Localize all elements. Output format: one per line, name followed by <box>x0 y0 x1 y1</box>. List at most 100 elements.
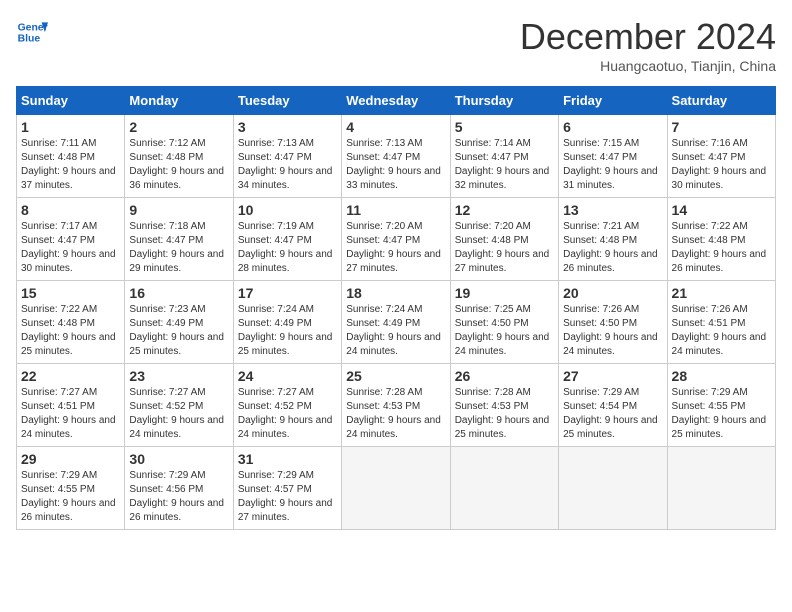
calendar-cell: 1 Sunrise: 7:11 AMSunset: 4:48 PMDayligh… <box>17 115 125 198</box>
cell-info: Sunrise: 7:28 AMSunset: 4:53 PMDaylight:… <box>455 387 550 440</box>
calendar-week-row: 15 Sunrise: 7:22 AMSunset: 4:48 PMDaylig… <box>17 281 776 364</box>
calendar-cell <box>559 447 667 530</box>
calendar-col-header: Friday <box>559 87 667 115</box>
day-number: 5 <box>455 119 554 135</box>
calendar-cell: 22 Sunrise: 7:27 AMSunset: 4:51 PMDaylig… <box>17 364 125 447</box>
calendar-cell: 15 Sunrise: 7:22 AMSunset: 4:48 PMDaylig… <box>17 281 125 364</box>
day-number: 15 <box>21 285 120 301</box>
cell-info: Sunrise: 7:19 AMSunset: 4:47 PMDaylight:… <box>238 221 333 274</box>
cell-info: Sunrise: 7:27 AMSunset: 4:52 PMDaylight:… <box>129 387 224 440</box>
calendar-cell: 23 Sunrise: 7:27 AMSunset: 4:52 PMDaylig… <box>125 364 233 447</box>
cell-info: Sunrise: 7:22 AMSunset: 4:48 PMDaylight:… <box>21 304 116 357</box>
day-number: 25 <box>346 368 445 384</box>
cell-info: Sunrise: 7:29 AMSunset: 4:54 PMDaylight:… <box>563 387 658 440</box>
calendar-col-header: Tuesday <box>233 87 341 115</box>
day-number: 23 <box>129 368 228 384</box>
day-number: 13 <box>563 202 662 218</box>
title-block: December 2024 Huangcaotuo, Tianjin, Chin… <box>520 16 776 74</box>
cell-info: Sunrise: 7:26 AMSunset: 4:50 PMDaylight:… <box>563 304 658 357</box>
day-number: 20 <box>563 285 662 301</box>
calendar-col-header: Thursday <box>450 87 558 115</box>
calendar-cell: 11 Sunrise: 7:20 AMSunset: 4:47 PMDaylig… <box>342 198 450 281</box>
calendar-cell: 9 Sunrise: 7:18 AMSunset: 4:47 PMDayligh… <box>125 198 233 281</box>
day-number: 22 <box>21 368 120 384</box>
calendar-cell: 4 Sunrise: 7:13 AMSunset: 4:47 PMDayligh… <box>342 115 450 198</box>
day-number: 19 <box>455 285 554 301</box>
location: Huangcaotuo, Tianjin, China <box>520 58 776 74</box>
calendar-cell: 10 Sunrise: 7:19 AMSunset: 4:47 PMDaylig… <box>233 198 341 281</box>
calendar-cell: 30 Sunrise: 7:29 AMSunset: 4:56 PMDaylig… <box>125 447 233 530</box>
calendar-cell: 17 Sunrise: 7:24 AMSunset: 4:49 PMDaylig… <box>233 281 341 364</box>
cell-info: Sunrise: 7:11 AMSunset: 4:48 PMDaylight:… <box>21 138 116 191</box>
day-number: 18 <box>346 285 445 301</box>
cell-info: Sunrise: 7:29 AMSunset: 4:55 PMDaylight:… <box>672 387 767 440</box>
calendar-col-header: Monday <box>125 87 233 115</box>
day-number: 4 <box>346 119 445 135</box>
calendar-cell: 12 Sunrise: 7:20 AMSunset: 4:48 PMDaylig… <box>450 198 558 281</box>
cell-info: Sunrise: 7:27 AMSunset: 4:52 PMDaylight:… <box>238 387 333 440</box>
day-number: 9 <box>129 202 228 218</box>
day-number: 1 <box>21 119 120 135</box>
cell-info: Sunrise: 7:16 AMSunset: 4:47 PMDaylight:… <box>672 138 767 191</box>
calendar-cell: 19 Sunrise: 7:25 AMSunset: 4:50 PMDaylig… <box>450 281 558 364</box>
calendar-col-header: Sunday <box>17 87 125 115</box>
cell-info: Sunrise: 7:25 AMSunset: 4:50 PMDaylight:… <box>455 304 550 357</box>
calendar-cell: 5 Sunrise: 7:14 AMSunset: 4:47 PMDayligh… <box>450 115 558 198</box>
calendar-cell <box>667 447 775 530</box>
cell-info: Sunrise: 7:15 AMSunset: 4:47 PMDaylight:… <box>563 138 658 191</box>
day-number: 24 <box>238 368 337 384</box>
cell-info: Sunrise: 7:21 AMSunset: 4:48 PMDaylight:… <box>563 221 658 274</box>
calendar-cell: 20 Sunrise: 7:26 AMSunset: 4:50 PMDaylig… <box>559 281 667 364</box>
day-number: 21 <box>672 285 771 301</box>
cell-info: Sunrise: 7:14 AMSunset: 4:47 PMDaylight:… <box>455 138 550 191</box>
cell-info: Sunrise: 7:20 AMSunset: 4:47 PMDaylight:… <box>346 221 441 274</box>
calendar-cell: 8 Sunrise: 7:17 AMSunset: 4:47 PMDayligh… <box>17 198 125 281</box>
cell-info: Sunrise: 7:12 AMSunset: 4:48 PMDaylight:… <box>129 138 224 191</box>
calendar-week-row: 1 Sunrise: 7:11 AMSunset: 4:48 PMDayligh… <box>17 115 776 198</box>
cell-info: Sunrise: 7:29 AMSunset: 4:57 PMDaylight:… <box>238 470 333 523</box>
day-number: 16 <box>129 285 228 301</box>
calendar-week-row: 22 Sunrise: 7:27 AMSunset: 4:51 PMDaylig… <box>17 364 776 447</box>
calendar-cell: 16 Sunrise: 7:23 AMSunset: 4:49 PMDaylig… <box>125 281 233 364</box>
calendar-cell: 28 Sunrise: 7:29 AMSunset: 4:55 PMDaylig… <box>667 364 775 447</box>
day-number: 17 <box>238 285 337 301</box>
calendar-cell <box>342 447 450 530</box>
calendar-cell: 6 Sunrise: 7:15 AMSunset: 4:47 PMDayligh… <box>559 115 667 198</box>
logo-icon: General Blue <box>16 16 48 48</box>
day-number: 26 <box>455 368 554 384</box>
calendar-cell <box>450 447 558 530</box>
cell-info: Sunrise: 7:17 AMSunset: 4:47 PMDaylight:… <box>21 221 116 274</box>
day-number: 8 <box>21 202 120 218</box>
cell-info: Sunrise: 7:18 AMSunset: 4:47 PMDaylight:… <box>129 221 224 274</box>
calendar-cell: 25 Sunrise: 7:28 AMSunset: 4:53 PMDaylig… <box>342 364 450 447</box>
day-number: 31 <box>238 451 337 467</box>
month-title: December 2024 <box>520 16 776 58</box>
calendar-week-row: 8 Sunrise: 7:17 AMSunset: 4:47 PMDayligh… <box>17 198 776 281</box>
cell-info: Sunrise: 7:24 AMSunset: 4:49 PMDaylight:… <box>238 304 333 357</box>
calendar-col-header: Wednesday <box>342 87 450 115</box>
calendar-body: 1 Sunrise: 7:11 AMSunset: 4:48 PMDayligh… <box>17 115 776 530</box>
calendar-cell: 29 Sunrise: 7:29 AMSunset: 4:55 PMDaylig… <box>17 447 125 530</box>
cell-info: Sunrise: 7:20 AMSunset: 4:48 PMDaylight:… <box>455 221 550 274</box>
cell-info: Sunrise: 7:24 AMSunset: 4:49 PMDaylight:… <box>346 304 441 357</box>
calendar-header-row: SundayMondayTuesdayWednesdayThursdayFrid… <box>17 87 776 115</box>
day-number: 30 <box>129 451 228 467</box>
day-number: 28 <box>672 368 771 384</box>
calendar-cell: 21 Sunrise: 7:26 AMSunset: 4:51 PMDaylig… <box>667 281 775 364</box>
day-number: 2 <box>129 119 228 135</box>
calendar-cell: 26 Sunrise: 7:28 AMSunset: 4:53 PMDaylig… <box>450 364 558 447</box>
calendar-table: SundayMondayTuesdayWednesdayThursdayFrid… <box>16 86 776 530</box>
calendar-cell: 27 Sunrise: 7:29 AMSunset: 4:54 PMDaylig… <box>559 364 667 447</box>
day-number: 10 <box>238 202 337 218</box>
day-number: 27 <box>563 368 662 384</box>
calendar-cell: 24 Sunrise: 7:27 AMSunset: 4:52 PMDaylig… <box>233 364 341 447</box>
cell-info: Sunrise: 7:29 AMSunset: 4:56 PMDaylight:… <box>129 470 224 523</box>
day-number: 7 <box>672 119 771 135</box>
cell-info: Sunrise: 7:26 AMSunset: 4:51 PMDaylight:… <box>672 304 767 357</box>
logo: General Blue <box>16 16 48 48</box>
calendar-cell: 3 Sunrise: 7:13 AMSunset: 4:47 PMDayligh… <box>233 115 341 198</box>
svg-text:Blue: Blue <box>18 34 41 45</box>
cell-info: Sunrise: 7:13 AMSunset: 4:47 PMDaylight:… <box>346 138 441 191</box>
calendar-week-row: 29 Sunrise: 7:29 AMSunset: 4:55 PMDaylig… <box>17 447 776 530</box>
cell-info: Sunrise: 7:23 AMSunset: 4:49 PMDaylight:… <box>129 304 224 357</box>
